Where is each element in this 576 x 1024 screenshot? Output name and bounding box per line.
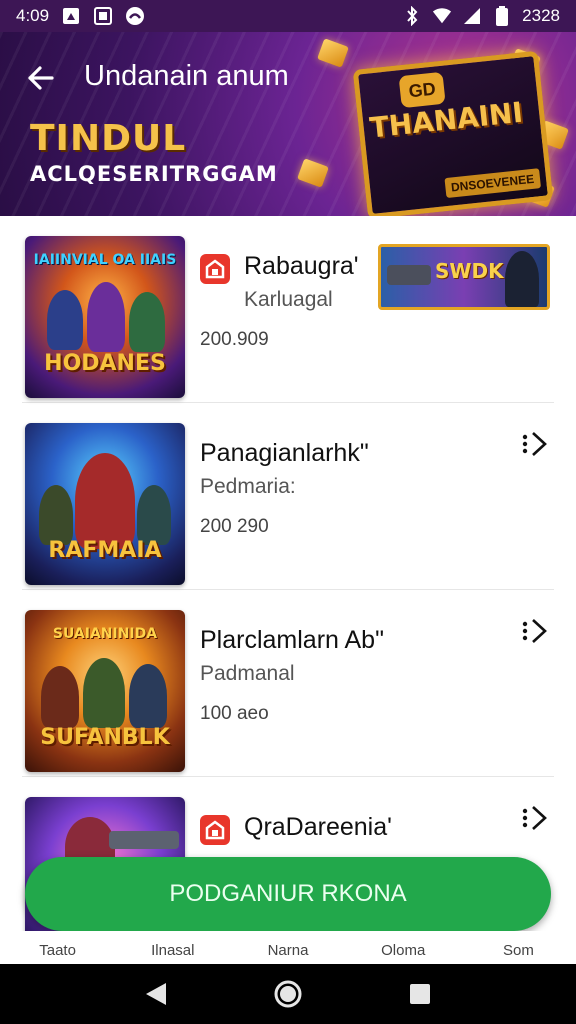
status-bar: 4:09 2328 bbox=[0, 0, 576, 32]
hero-figure bbox=[129, 664, 167, 728]
hero-figure bbox=[41, 666, 79, 728]
gun-shape bbox=[387, 265, 431, 285]
chevron-right-icon bbox=[522, 432, 547, 456]
game-name: Panagianlarhk" bbox=[200, 439, 369, 467]
game-developer: Pedmaria: bbox=[200, 475, 296, 498]
bottom-navigation: Taato Ilnasal Narna Oloma Som bbox=[0, 931, 576, 964]
game-count: 100 aeo bbox=[200, 703, 269, 724]
square-recents-icon bbox=[410, 984, 430, 1004]
status-right: 2328 bbox=[402, 6, 560, 26]
thumbnail-top-text: IAIINVIAL OA IIAIS bbox=[33, 252, 177, 268]
signal-icon bbox=[462, 6, 482, 26]
back-arrow-icon bbox=[28, 66, 54, 90]
thumbnail-title: SUFANBLK bbox=[40, 725, 170, 750]
game-name: Rabaugra' bbox=[244, 252, 359, 280]
media-icon bbox=[61, 6, 81, 26]
promo-title: TINDUL bbox=[30, 118, 187, 159]
gold-cube-decoration bbox=[317, 38, 349, 68]
hero-figure bbox=[47, 290, 83, 350]
primary-action-button[interactable]: PODGANIUR RKONA bbox=[25, 857, 551, 931]
person-figure bbox=[505, 251, 539, 307]
promo-art-seal: GD bbox=[398, 71, 446, 109]
game-count: 200.909 bbox=[200, 329, 269, 350]
game-thumbnail[interactable]: SUAIANINIDA SUFANBLK bbox=[25, 610, 185, 772]
app-badge-icon bbox=[200, 254, 230, 284]
more-options-button[interactable] bbox=[520, 427, 550, 461]
promo-art-badge: DNSOEVENEE bbox=[444, 168, 542, 199]
banner-text: SWDK bbox=[435, 259, 504, 283]
system-navigation-bar bbox=[0, 964, 576, 1024]
page-title: Undanain anum bbox=[84, 60, 289, 92]
list-item[interactable]: IAIINVIAL OA IIAIS HODANES Rabaugra' Kar… bbox=[22, 216, 554, 403]
hero-figure bbox=[129, 292, 165, 352]
back-button[interactable] bbox=[20, 58, 60, 98]
game-list: IAIINVIAL OA IIAIS HODANES Rabaugra' Kar… bbox=[0, 216, 576, 964]
thumbnail-top-text: SUAIANINIDA bbox=[52, 626, 158, 642]
battery-icon bbox=[492, 6, 512, 26]
hero-figure bbox=[87, 282, 125, 352]
wifi-icon bbox=[432, 6, 452, 26]
system-recents-button[interactable] bbox=[400, 974, 440, 1014]
hero-figure bbox=[137, 485, 171, 545]
promo-subtitle: ACLQESERITRGGAM bbox=[30, 162, 278, 186]
hero-figure bbox=[39, 485, 73, 545]
thumbnail-title: HODANES bbox=[44, 351, 166, 376]
system-home-button[interactable] bbox=[268, 974, 308, 1014]
status-left: 4:09 bbox=[16, 6, 145, 26]
game-thumbnail[interactable]: IAIINVIAL OA IIAIS HODANES bbox=[25, 236, 185, 398]
thumbnail-title: RAFMAIA bbox=[48, 538, 162, 563]
app-badge-icon bbox=[200, 815, 230, 845]
nav-item-ilnasal[interactable]: Ilnasal bbox=[115, 931, 230, 964]
bluetooth-icon bbox=[402, 6, 422, 26]
circle-home-icon bbox=[274, 980, 302, 1008]
system-back-button[interactable] bbox=[136, 974, 176, 1014]
notification-icon bbox=[93, 6, 113, 26]
chevron-right-icon bbox=[522, 619, 547, 643]
triangle-back-icon bbox=[146, 983, 166, 1005]
featured-banner[interactable]: SWDK bbox=[378, 244, 550, 310]
nav-item-narna[interactable]: Narna bbox=[230, 931, 345, 964]
hero-figure bbox=[75, 453, 135, 549]
nav-item-som[interactable]: Som bbox=[461, 931, 576, 964]
promo-art-title: THANAINI bbox=[368, 95, 525, 145]
game-developer: Padmanal bbox=[200, 662, 295, 685]
status-time: 4:09 bbox=[16, 6, 50, 25]
hero-figure bbox=[83, 658, 125, 728]
battery-text: 2328 bbox=[522, 6, 560, 25]
more-options-button[interactable] bbox=[520, 801, 550, 835]
ring-icon bbox=[125, 6, 145, 26]
list-item[interactable]: RAFMAIA Panagianlarhk" Pedmaria: 200 290 bbox=[22, 403, 554, 590]
nav-item-oloma[interactable]: Oloma bbox=[346, 931, 461, 964]
more-options-button[interactable] bbox=[520, 614, 550, 648]
chevron-right-icon bbox=[522, 806, 547, 830]
list-item[interactable]: SUAIANINIDA SUFANBLK Plarclamlarn Ab" Pa… bbox=[22, 590, 554, 777]
promo-art[interactable]: GD THANAINI DNSOEVENEE bbox=[352, 50, 554, 216]
game-thumbnail[interactable]: RAFMAIA bbox=[25, 423, 185, 585]
nav-item-taato[interactable]: Taato bbox=[0, 931, 115, 964]
game-name: QraDareenia' bbox=[244, 813, 392, 841]
gold-cube-decoration bbox=[297, 158, 329, 188]
game-developer: Karluagal bbox=[244, 288, 333, 311]
header-banner: Undanain anum TINDUL ACLQESERITRGGAM GD … bbox=[0, 32, 576, 216]
gun-shape bbox=[109, 831, 179, 849]
game-count: 200 290 bbox=[200, 516, 269, 537]
game-name: Plarclamlarn Ab" bbox=[200, 626, 384, 654]
